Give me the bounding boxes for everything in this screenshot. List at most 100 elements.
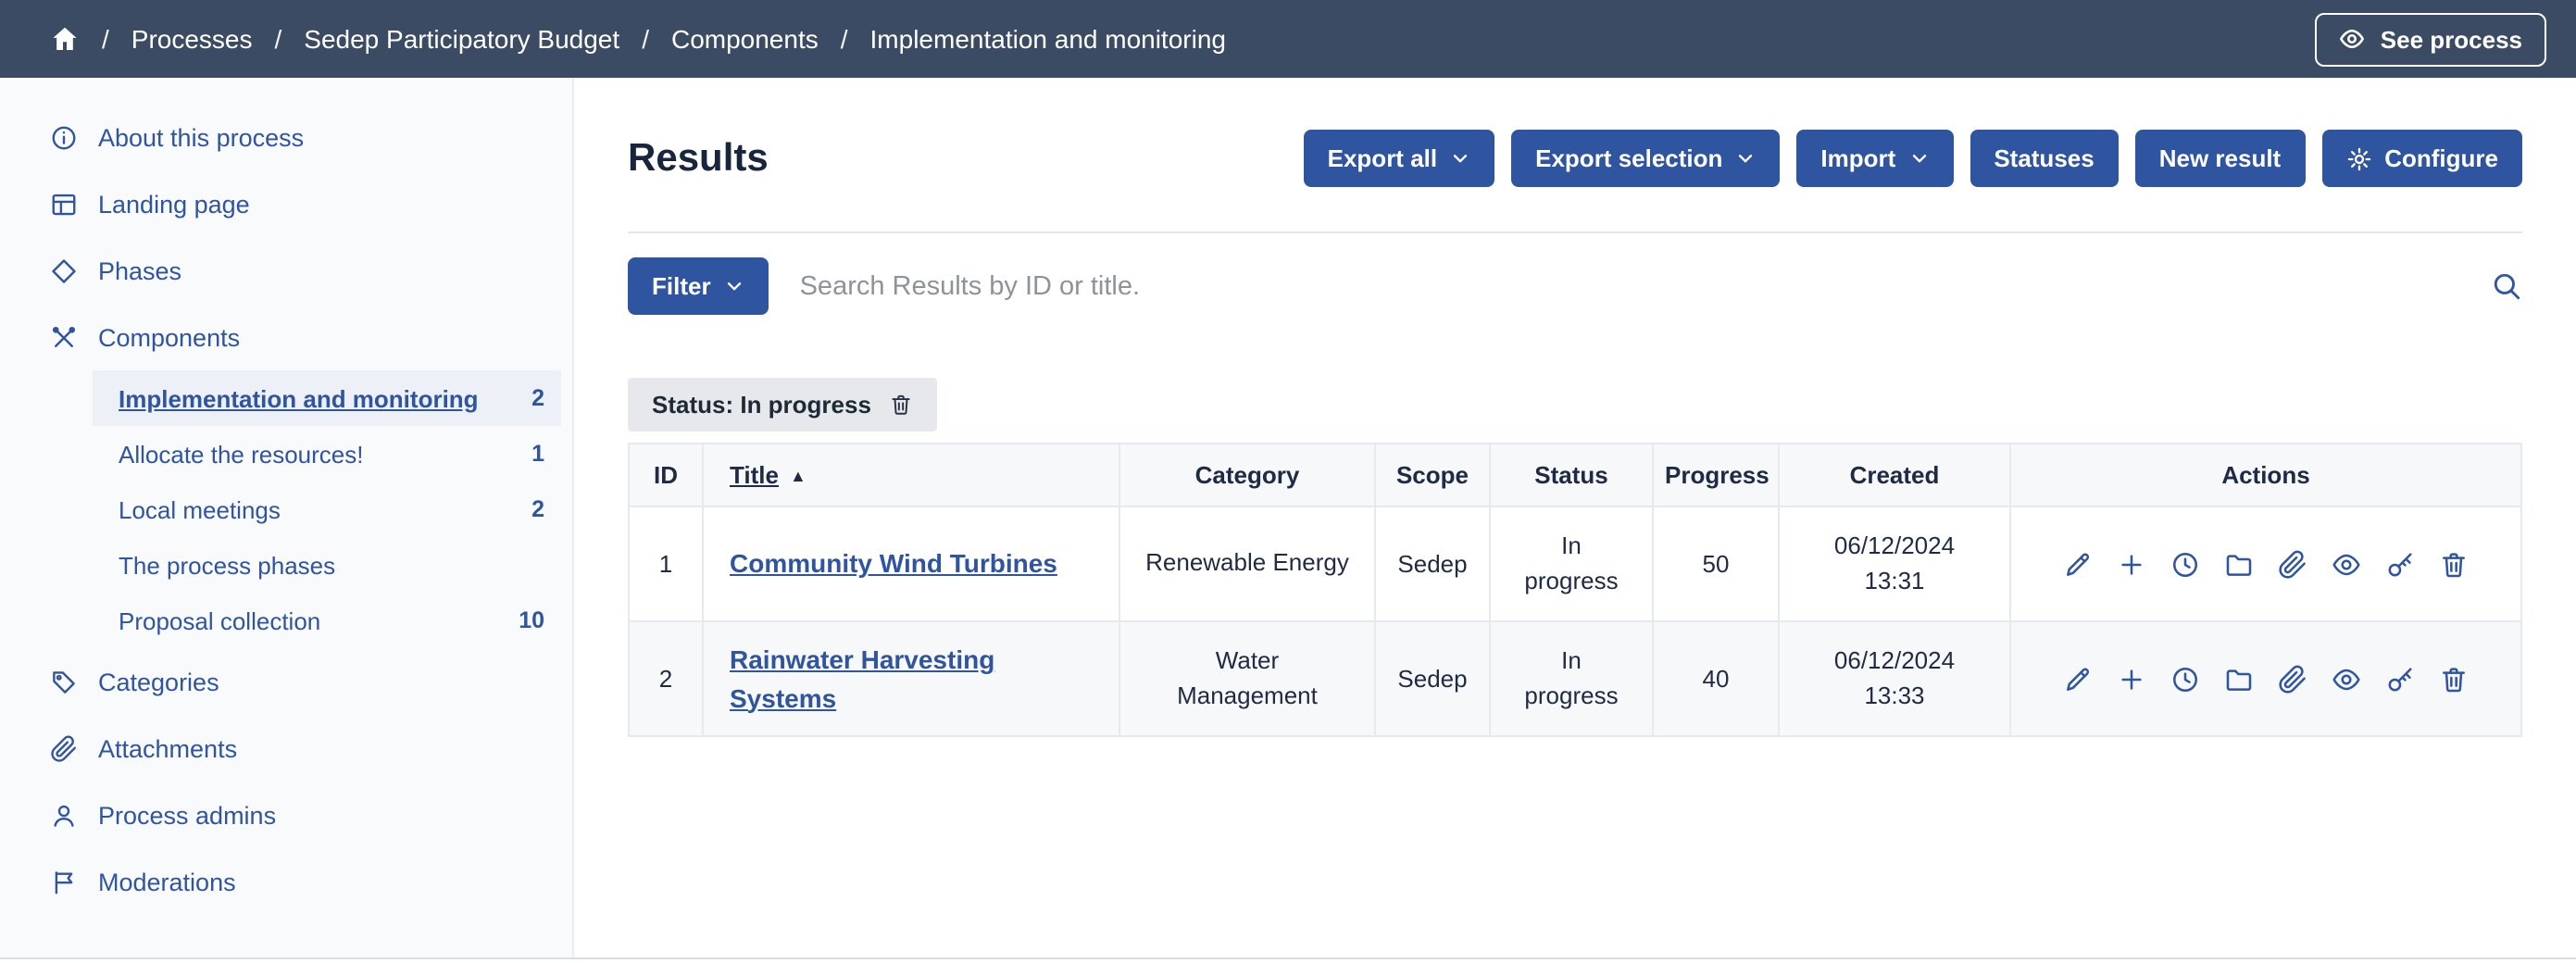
subitem-label: Proposal collection: [119, 607, 320, 634]
breadcrumb: / Processes / Sedep Participatory Budget…: [50, 24, 2316, 54]
person-icon: [50, 801, 78, 829]
search-icon: [2491, 270, 2522, 302]
project-icon[interactable]: [2224, 664, 2254, 694]
chip-label: Status: In progress: [652, 391, 871, 419]
cell-category: Renewable Energy: [1119, 507, 1375, 621]
edit-icon[interactable]: [2063, 664, 2093, 694]
cell-status: In progress: [1490, 507, 1653, 621]
header-divider: [628, 231, 2522, 233]
new-result-label: New result: [2159, 144, 2282, 172]
page-bottom-divider: [0, 957, 2576, 963]
sort-asc-icon: ▲: [790, 467, 807, 485]
sidebar-item-label: Process admins: [98, 801, 276, 829]
breadcrumb-components[interactable]: Components: [671, 24, 819, 54]
cell-id: 2: [629, 621, 703, 736]
sidebar-item-phases[interactable]: Phases: [0, 237, 572, 304]
preview-icon[interactable]: [2332, 549, 2361, 579]
flag-icon: [50, 868, 78, 895]
project-icon[interactable]: [2224, 549, 2254, 579]
filter-row: Filter: [628, 257, 2522, 315]
chevron-down-icon: [1450, 148, 1470, 169]
filter-button[interactable]: Filter: [628, 257, 769, 315]
count-badge: 1: [531, 441, 544, 467]
delete-icon[interactable]: [2439, 549, 2469, 579]
sidebar-subitem-process-phases[interactable]: The process phases: [93, 537, 561, 593]
breadcrumb-processes[interactable]: Processes: [131, 24, 253, 54]
add-icon[interactable]: [2117, 549, 2146, 579]
info-icon: [50, 123, 78, 151]
subitem-label: Implementation and monitoring: [119, 384, 479, 412]
subitem-label: Allocate the resources!: [119, 440, 363, 468]
timeline-icon[interactable]: [2170, 664, 2200, 694]
configure-button[interactable]: Configure: [2321, 130, 2522, 187]
cell-created: 06/12/2024 13:33: [1779, 621, 2010, 736]
result-title-link[interactable]: Community Wind Turbines: [730, 549, 1057, 579]
sidebar-item-label: Attachments: [98, 734, 237, 762]
status-filter-chip: Status: In progress: [628, 378, 938, 431]
sidebar-item-attachments[interactable]: Attachments: [0, 715, 572, 782]
cell-actions: [2010, 507, 2521, 621]
import-label: Import: [1820, 144, 1895, 172]
result-title-link[interactable]: Rainwater Harvesting Systems: [730, 644, 994, 712]
breadcrumb-current-component[interactable]: Implementation and monitoring: [870, 24, 1226, 54]
gear-icon: [2345, 145, 2371, 171]
col-header-title[interactable]: Title ▲: [703, 444, 1119, 507]
table-row: 1 Community Wind Turbines Renewable Ener…: [629, 507, 2521, 621]
sidebar-subitem-allocate-resources[interactable]: Allocate the resources! 1: [93, 426, 561, 482]
sort-by-title-link[interactable]: Title: [730, 461, 779, 489]
sidebar-item-label: Components: [98, 323, 240, 351]
export-all-label: Export all: [1328, 144, 1438, 172]
export-selection-button[interactable]: Export selection: [1511, 130, 1780, 187]
count-badge: 10: [519, 607, 544, 633]
permissions-icon[interactable]: [2385, 664, 2415, 694]
import-button[interactable]: Import: [1796, 130, 1953, 187]
cell-title: Rainwater Harvesting Systems: [703, 621, 1119, 736]
col-header-status: Status: [1490, 444, 1653, 507]
sidebar-item-categories[interactable]: Categories: [0, 648, 572, 715]
edit-icon[interactable]: [2063, 549, 2093, 579]
chevron-down-icon: [1908, 148, 1929, 169]
sidebar-item-about[interactable]: About this process: [0, 104, 572, 170]
timeline-icon[interactable]: [2170, 549, 2200, 579]
topbar: / Processes / Sedep Participatory Budget…: [0, 0, 2576, 78]
active-filters: Status: In progress: [628, 378, 2522, 431]
statuses-button[interactable]: Statuses: [1970, 130, 2118, 187]
filter-label: Filter: [652, 272, 711, 300]
eye-icon: [2340, 26, 2366, 52]
export-all-button[interactable]: Export all: [1304, 130, 1495, 187]
cell-created: 06/12/2024 13:31: [1779, 507, 2010, 621]
col-header-scope: Scope: [1375, 444, 1490, 507]
sidebar-item-moderations[interactable]: Moderations: [0, 848, 572, 915]
sidebar-item-process-admins[interactable]: Process admins: [0, 782, 572, 848]
configure-label: Configure: [2384, 144, 2498, 172]
permissions-icon[interactable]: [2385, 549, 2415, 579]
cell-progress: 50: [1653, 507, 1779, 621]
results-table: ID Title▲ Category Scope Status Progress…: [628, 443, 2522, 737]
delete-icon[interactable]: [2439, 664, 2469, 694]
cell-title: Community Wind Turbines: [703, 507, 1119, 621]
attachments-icon[interactable]: [2278, 549, 2307, 579]
new-result-button[interactable]: New result: [2135, 130, 2306, 187]
admin-app: / Processes / Sedep Participatory Budget…: [0, 0, 2576, 963]
preview-icon[interactable]: [2332, 664, 2361, 694]
cell-category: Water Management: [1119, 621, 1375, 736]
search-button[interactable]: [2491, 270, 2522, 302]
home-icon[interactable]: [50, 24, 80, 54]
col-header-progress: Progress: [1653, 444, 1779, 507]
sidebar-item-landing-page[interactable]: Landing page: [0, 170, 572, 237]
sidebar-subitem-proposal-collection[interactable]: Proposal collection 10: [93, 593, 561, 648]
attachments-icon[interactable]: [2278, 664, 2307, 694]
subitem-label: The process phases: [119, 551, 335, 579]
sidebar-subitem-local-meetings[interactable]: Local meetings 2: [93, 482, 561, 537]
add-icon[interactable]: [2117, 664, 2146, 694]
sidebar: About this process Landing page Phases C…: [0, 78, 574, 963]
chevron-down-icon: [1735, 148, 1756, 169]
export-selection-label: Export selection: [1535, 144, 1722, 172]
breadcrumb-process-title[interactable]: Sedep Participatory Budget: [304, 24, 619, 54]
count-badge: 2: [531, 385, 544, 411]
sidebar-subitem-implementation-monitoring[interactable]: Implementation and monitoring 2: [93, 370, 561, 426]
see-process-button[interactable]: See process: [2316, 12, 2546, 66]
remove-filter-button[interactable]: [890, 393, 914, 417]
sidebar-item-components[interactable]: Components: [0, 304, 572, 370]
search-input[interactable]: [800, 271, 2459, 301]
